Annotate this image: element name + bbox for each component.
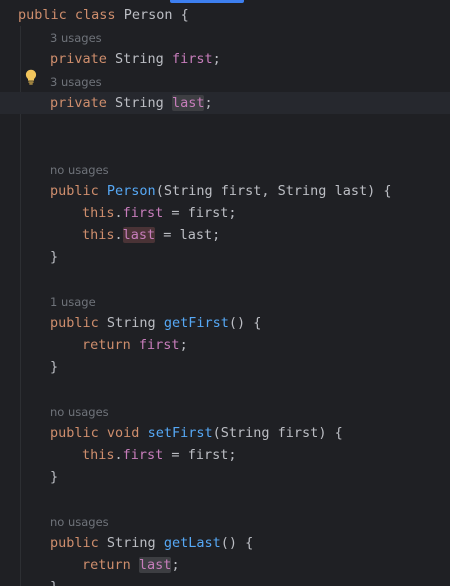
keyword-return: return (82, 557, 131, 573)
field-last: last (138, 557, 172, 573)
assign: = (163, 205, 188, 221)
code-line-get-first[interactable]: public String getFirst() { (0, 312, 450, 334)
type-string: String (277, 183, 327, 199)
keyword-this: this (82, 227, 115, 243)
method-get-last: getLast (163, 535, 221, 551)
keyword-public: public (50, 315, 99, 331)
rparen-brace: ) { (318, 425, 343, 441)
semicolon: ; (212, 51, 221, 67)
semicolon: ; (212, 227, 221, 243)
param-first: first (277, 425, 319, 441)
code-line-close-set-first[interactable]: } (0, 466, 450, 488)
code-line-close-constructor[interactable]: } (0, 246, 450, 268)
code-line-assign-first-setter[interactable]: this.first = first; (0, 444, 450, 466)
keyword-this: this (82, 447, 115, 463)
dot: . (114, 447, 123, 463)
class-name: Person (123, 7, 173, 23)
dot: . (114, 205, 123, 221)
keyword-private: private (50, 51, 107, 67)
active-tab-indicator (170, 0, 244, 3)
close-brace: } (50, 359, 59, 375)
usage-hint-last[interactable]: 3 usages (50, 73, 102, 91)
method-get-first: getFirst (163, 315, 229, 331)
type-string: String (220, 425, 270, 441)
keyword-public: public (50, 535, 99, 551)
lparen: ( (155, 183, 164, 199)
keyword-this: this (82, 205, 115, 221)
keyword-void: void (106, 425, 140, 441)
dot: . (114, 227, 123, 243)
code-line-return-first[interactable]: return first; (0, 334, 450, 356)
semicolon: ; (204, 95, 213, 111)
param-last: last (179, 227, 213, 243)
semicolon: ; (179, 337, 188, 353)
param-first: first (187, 447, 229, 463)
assign: = (163, 447, 188, 463)
usage-hint-get-last[interactable]: no usages (50, 513, 109, 531)
usage-hint-first[interactable]: 3 usages (50, 29, 102, 47)
field-first: first (171, 51, 213, 67)
field-last: last (171, 95, 205, 111)
code-line-assign-first[interactable]: this.first = first; (0, 202, 450, 224)
type-string: String (115, 95, 164, 111)
empty-parens-brace: () { (228, 315, 262, 331)
code-line-field-first[interactable]: private String first; (0, 48, 450, 70)
open-brace: { (180, 7, 189, 23)
code-line-close-get-first[interactable]: } (0, 356, 450, 378)
code-line-close-get-last[interactable]: } (0, 576, 450, 586)
param-last: last (334, 183, 368, 199)
code-line-get-last[interactable]: public String getLast() { (0, 532, 450, 554)
usage-hint-constructor[interactable]: no usages (50, 161, 109, 179)
method-set-first: setFirst (147, 425, 213, 441)
close-brace: } (50, 249, 59, 265)
usage-hint-get-first[interactable]: 1 usage (50, 293, 96, 311)
code-line-constructor[interactable]: public Person(String first, String last)… (0, 180, 450, 202)
keyword-public: public (18, 7, 67, 23)
empty-parens-brace: () { (220, 535, 254, 551)
param-first: first (220, 183, 262, 199)
semicolon: ; (228, 447, 237, 463)
code-line-assign-last[interactable]: this.last = last; (0, 224, 450, 246)
semicolon: ; (171, 557, 180, 573)
field-first: first (122, 205, 164, 221)
type-string: String (106, 535, 156, 551)
lightbulb-icon[interactable] (25, 69, 37, 85)
keyword-public: public (50, 183, 99, 199)
close-brace: } (50, 579, 58, 586)
param-first: first (187, 205, 229, 221)
keyword-private: private (50, 95, 107, 111)
keyword-class: class (74, 7, 116, 23)
lparen: ( (212, 425, 221, 441)
code-editor[interactable]: public class Person { 3 usages private S… (0, 0, 450, 586)
type-string: String (106, 315, 156, 331)
usage-hint-set-first[interactable]: no usages (50, 403, 109, 421)
constructor-name: Person (106, 183, 156, 199)
keyword-return: return (82, 337, 131, 353)
assign: = (155, 227, 180, 243)
code-line-set-first[interactable]: public void setFirst(String first) { (0, 422, 450, 444)
close-brace: } (50, 469, 59, 485)
type-string: String (115, 51, 164, 67)
keyword-public: public (50, 425, 99, 441)
field-first: first (138, 337, 180, 353)
field-first: first (122, 447, 164, 463)
semicolon: ; (228, 205, 237, 221)
rparen-brace: ) { (367, 183, 392, 199)
type-string: String (163, 183, 213, 199)
code-line-return-last[interactable]: return last; (0, 554, 450, 576)
code-line-field-last[interactable]: private String last; (0, 92, 450, 114)
comma: , (261, 183, 278, 199)
field-last: last (122, 227, 156, 243)
code-line-class-declaration[interactable]: public class Person { (0, 4, 450, 26)
